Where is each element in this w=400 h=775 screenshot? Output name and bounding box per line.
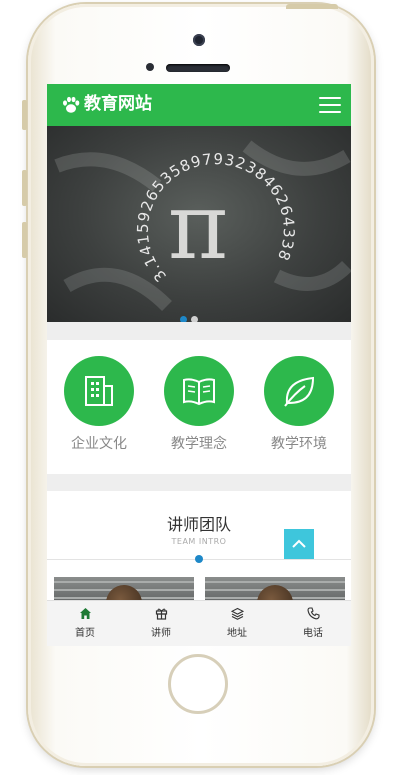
gift-icon [155,608,167,620]
tab-label: 首页 [75,628,95,639]
hamburger-icon[interactable] [319,97,341,113]
front-camera [193,34,205,46]
tab-label: 讲师 [151,628,171,639]
site-title[interactable]: 教育网站 [84,92,152,116]
pi-chalkboard-image: 3.14159265358979323846264338 π [54,140,351,312]
book-icon [183,378,215,406]
leaf-icon [284,376,315,407]
volume-down-button [22,222,27,258]
phone-icon [306,607,320,620]
bottom-tab-bar: 首页 讲师 地址 电话 [47,600,351,646]
volume-up-button [22,170,27,206]
carousel-dot-1[interactable] [180,316,187,322]
power-button [286,4,338,9]
layers-icon [230,607,244,620]
tab-home[interactable]: 首页 [47,607,123,639]
paw-icon [63,96,80,113]
feature-philosophy[interactable]: 教学理念 [159,356,239,453]
back-to-top-button[interactable] [284,529,314,559]
feature-culture[interactable]: 企业文化 [59,356,139,453]
feature-label: 教学理念 [171,436,227,452]
feature-label: 教学环境 [271,436,327,452]
phone-screen: 教育网站 3.14159265358979323846264338 π 企业文化… [47,84,351,646]
carousel-dots [180,308,202,322]
feature-label: 企业文化 [71,436,127,452]
tab-phone[interactable]: 电话 [275,607,351,639]
feature-environment[interactable]: 教学环境 [259,356,339,453]
tab-label: 地址 [227,628,247,639]
app-header: 教育网站 [47,84,351,126]
home-icon [79,608,91,619]
divider-dot [195,555,203,563]
hero-banner[interactable]: 3.14159265358979323846264338 π [47,126,351,322]
tab-address[interactable]: 地址 [199,607,275,639]
proximity-sensor [146,63,154,71]
tab-label: 电话 [303,628,323,639]
carousel-dot-2[interactable] [191,316,198,322]
earpiece-speaker [166,64,230,72]
home-button[interactable] [168,654,228,714]
building-icon [85,376,113,406]
mute-switch [22,100,27,130]
tab-teachers[interactable]: 讲师 [123,607,199,639]
pi-symbol: π [168,173,228,280]
chevron-up-icon [292,539,306,548]
feature-section: 企业文化 教学理念 教学环境 [47,340,351,474]
